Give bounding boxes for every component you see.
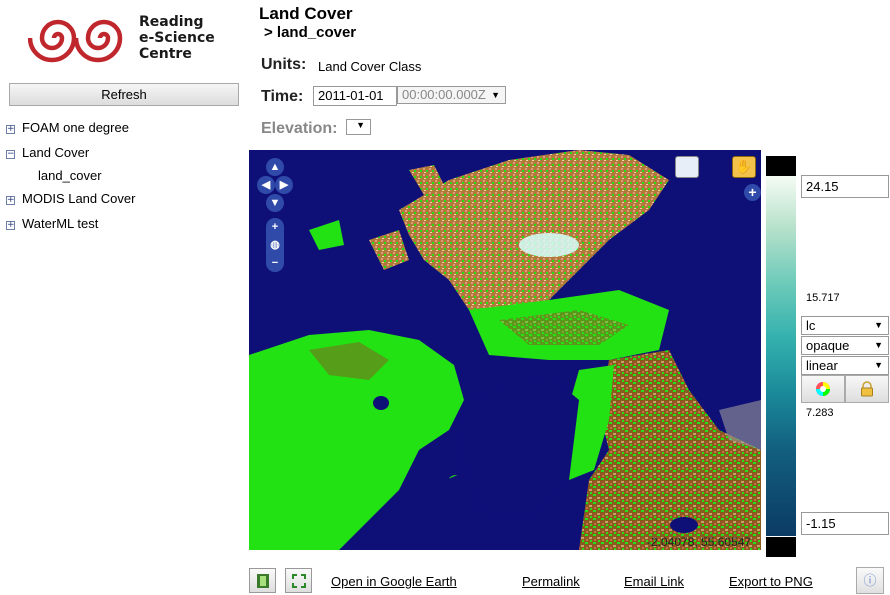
zoom-in-icon[interactable]: +: [266, 218, 284, 236]
units-value: Land Cover Class: [318, 59, 422, 74]
land-cover-map: [249, 150, 761, 550]
palette-select[interactable]: lc ▼: [801, 316, 889, 335]
colorbar: [766, 176, 796, 536]
pan-up-icon[interactable]: ▲: [266, 158, 284, 176]
chevron-down-icon: ▼: [874, 320, 883, 330]
lock-icon: [861, 381, 873, 397]
logo-text: Reading e-Science Centre: [139, 14, 215, 62]
color-wheel-icon: [816, 382, 830, 397]
info-button[interactable]: ⓘ: [856, 567, 884, 594]
colorbar-above-max: [766, 156, 796, 176]
elevation-select[interactable]: ▼: [346, 119, 371, 135]
scale-tick-high: 15.717: [806, 292, 840, 304]
tree-item-modis[interactable]: + MODIS Land Cover: [6, 191, 135, 207]
pan-right-icon[interactable]: ▶: [275, 176, 293, 194]
units-label: Units:: [261, 56, 307, 73]
scale-type-select[interactable]: linear ▼: [801, 356, 889, 375]
chevron-down-icon: ▼: [874, 340, 883, 350]
open-google-earth-link[interactable]: Open in Google Earth: [331, 574, 457, 589]
scale-type-value: linear: [806, 358, 838, 373]
permalink-link[interactable]: Permalink: [522, 574, 580, 589]
scale-max-input[interactable]: 24.15: [801, 175, 889, 198]
date-input[interactable]: 2011-01-01: [313, 86, 397, 106]
animation-button[interactable]: [249, 568, 276, 593]
zoom-out-icon[interactable]: −: [266, 254, 284, 272]
auto-scale-button[interactable]: [801, 375, 845, 403]
time-select-value: 00:00:00.000Z: [402, 87, 486, 102]
spiral-logo-icon: [27, 19, 123, 63]
opacity-value: opaque: [806, 338, 850, 353]
elevation-label: Elevation:: [261, 120, 338, 137]
pan-hand-icon[interactable]: ✋: [732, 156, 756, 178]
refresh-button[interactable]: Refresh: [9, 83, 239, 106]
layer-switcher-plus-icon[interactable]: +: [744, 184, 761, 201]
collapse-icon[interactable]: −: [6, 150, 15, 159]
rescs-logo: Reading e-Science Centre: [27, 8, 223, 68]
globe-icon[interactable]: ◍: [266, 236, 284, 254]
zoom-box-icon[interactable]: [675, 156, 699, 178]
time-label: Time:: [261, 88, 304, 105]
scale-tick-low: 7.283: [806, 407, 834, 419]
opacity-select[interactable]: opaque ▼: [801, 336, 889, 355]
logo-line-2: e-Science: [139, 30, 215, 46]
expand-arrows-icon: [291, 573, 306, 588]
tree-item-label[interactable]: FOAM one degree: [22, 120, 129, 135]
palette-value: lc: [806, 318, 816, 333]
expand-icon[interactable]: +: [6, 196, 15, 205]
chevron-down-icon: ▼: [356, 120, 365, 130]
coordinate-readout: -2.04078, 55.60547: [647, 535, 752, 549]
chevron-down-icon: ▼: [874, 360, 883, 370]
colorbar-below-min: [766, 537, 796, 557]
tree-item-label[interactable]: Land Cover: [22, 145, 89, 160]
pan-left-icon[interactable]: ◀: [257, 176, 275, 194]
tree-item-waterml[interactable]: + WaterML test: [6, 216, 98, 232]
time-select[interactable]: 00:00:00.000Z ▼: [397, 86, 506, 104]
tree-item-label[interactable]: WaterML test: [22, 216, 98, 231]
lock-scale-button[interactable]: [845, 375, 889, 403]
expand-icon[interactable]: +: [6, 221, 15, 230]
tree-item-label[interactable]: MODIS Land Cover: [22, 191, 135, 206]
expand-icon[interactable]: +: [6, 125, 15, 134]
export-png-link[interactable]: Export to PNG: [729, 574, 813, 589]
email-link[interactable]: Email Link: [624, 574, 684, 589]
tree-item-land-cover-layer[interactable]: land_cover: [38, 168, 102, 184]
logo-line-1: Reading: [139, 14, 204, 30]
pan-down-icon[interactable]: ▼: [266, 194, 284, 212]
chevron-down-icon: ▼: [491, 90, 500, 100]
film-icon: [256, 573, 269, 588]
scale-min-input[interactable]: -1.15: [801, 512, 889, 535]
tree-item-foam[interactable]: + FOAM one degree: [6, 120, 129, 136]
logo-line-3: Centre: [139, 46, 192, 62]
layer-title: Land Cover: [259, 4, 353, 23]
tree-item-land-cover[interactable]: − Land Cover: [6, 145, 89, 161]
info-icon: ⓘ: [863, 573, 877, 588]
layer-subtitle: > land_cover: [264, 24, 357, 41]
fullscreen-button[interactable]: [285, 568, 312, 593]
map-viewport[interactable]: ▲ ◀ ▶ ▼ + ◍ − ✋ -2.04078, 55.60547: [249, 150, 761, 550]
